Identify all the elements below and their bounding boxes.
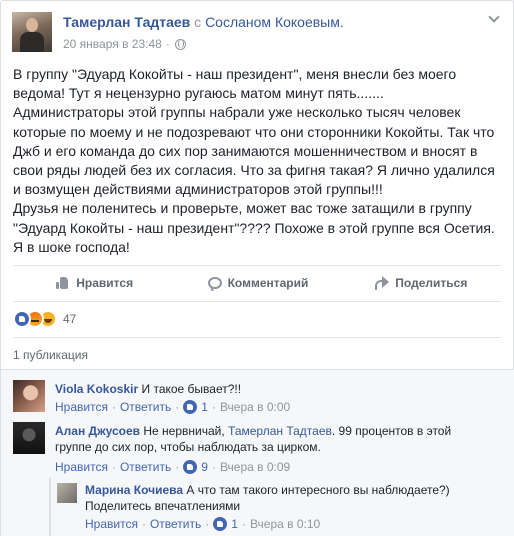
divider <box>13 265 501 266</box>
reply-avatar[interactable] <box>57 483 77 503</box>
dot-separator: · <box>175 400 180 414</box>
comments-section: Viola Kokoskir И такое бывает?!! Нравитс… <box>1 369 514 536</box>
comment-avatar[interactable] <box>13 380 45 412</box>
comment-like-link[interactable]: Нравится <box>55 460 108 474</box>
reactions-summary[interactable]: 47 <box>13 310 76 328</box>
comment-author-link[interactable]: Алан Джусоев <box>55 424 140 438</box>
comment-button[interactable]: Комментарий <box>176 272 339 294</box>
like-label: Нравится <box>76 276 134 290</box>
comment-author-link[interactable]: Viola Kokoskir <box>55 382 138 396</box>
divider <box>13 301 501 302</box>
reply-actions: Нравится · Ответить · 1 · Вчера в 0:10 <box>85 517 320 531</box>
feed-post: Тамерлан Тадтаев с Сосланом Кокоевым. 20… <box>0 0 514 536</box>
avatar-head <box>26 18 38 32</box>
tagged-user-link[interactable]: Сосланом Кокоевым. <box>205 14 344 30</box>
comment-like-count[interactable]: 9 <box>201 460 208 474</box>
globe-icon[interactable] <box>174 38 186 50</box>
comment-time[interactable]: Вчера в 0:00 <box>220 400 290 414</box>
shares-link[interactable]: 1 публикация <box>13 348 88 362</box>
comment-reply-link[interactable]: Ответить <box>120 460 171 474</box>
comment-icon <box>207 277 222 289</box>
comment-text-before: Не нервничай, <box>143 424 225 438</box>
reply-like-link[interactable]: Нравится <box>85 517 138 531</box>
dot-separator: · <box>111 460 116 474</box>
comment-body: Viola Kokoskir И такое бывает?!! <box>55 381 495 397</box>
comment-body: Алан Джусоев Не нервничай, Тамерлан Тадт… <box>55 423 455 455</box>
comment-actions: Нравится · Ответить · 1 · Вчера в 0:00 <box>55 400 290 414</box>
divider <box>13 337 501 338</box>
dot-separator: · <box>141 517 146 531</box>
like-badge-icon <box>183 460 198 474</box>
reply-body: Марина Кочиева А что там такого интересн… <box>85 482 465 514</box>
reply-like-count[interactable]: 1 <box>231 517 238 531</box>
dot-separator: · <box>211 460 216 474</box>
comment-time[interactable]: Вчера в 0:09 <box>220 460 290 474</box>
dot-separator: · <box>175 460 180 474</box>
share-label: Поделиться <box>395 276 468 290</box>
dot-separator: · <box>205 517 210 531</box>
reactions-count: 47 <box>63 312 77 326</box>
dot-separator: · <box>241 517 246 531</box>
post-timestamp[interactable]: 20 января в 23:48 <box>63 37 162 51</box>
comment-label: Комментарий <box>227 276 309 290</box>
comment-text: И такое бывает?!! <box>141 382 242 396</box>
comment-like-count[interactable]: 1 <box>201 400 208 414</box>
reply-author-link[interactable]: Марина Кочиева <box>85 483 183 497</box>
with-word: с <box>194 14 202 30</box>
meta-separator: · <box>165 37 170 51</box>
like-reaction-icon <box>13 310 31 328</box>
like-badge-icon <box>183 400 198 414</box>
author-avatar[interactable] <box>12 12 52 52</box>
comment-reply-link[interactable]: Ответить <box>120 400 171 414</box>
comment-mention-link[interactable]: Тамерлан Тадтаев <box>228 424 332 438</box>
post-meta: 20 января в 23:48 · <box>63 37 186 51</box>
share-button[interactable]: Поделиться <box>340 272 503 294</box>
reply-thread-line <box>49 478 51 536</box>
like-badge-icon <box>213 517 228 531</box>
comment-actions: Нравится · Ответить · 9 · Вчера в 0:09 <box>55 460 290 474</box>
thumbs-up-icon <box>56 276 70 290</box>
comment-avatar[interactable] <box>13 422 45 454</box>
post-actions: Нравится Комментарий Поделиться <box>13 272 503 294</box>
like-button[interactable]: Нравится <box>13 272 176 294</box>
reply-reply-link[interactable]: Ответить <box>150 517 201 531</box>
dot-separator: · <box>211 400 216 414</box>
dot-separator: · <box>111 400 116 414</box>
comment-like-link[interactable]: Нравится <box>55 400 108 414</box>
reply-time[interactable]: Вчера в 0:10 <box>250 517 320 531</box>
chevron-down-icon[interactable] <box>489 13 499 23</box>
share-icon <box>375 276 390 290</box>
post-text: В группу "Эдуард Кокойты - наш президент… <box>13 66 495 255</box>
avatar-torso <box>20 32 44 52</box>
post-header: Тамерлан Тадтаев с Сосланом Кокоевым. <box>63 14 344 30</box>
post-author-link[interactable]: Тамерлан Тадтаев <box>63 14 190 30</box>
